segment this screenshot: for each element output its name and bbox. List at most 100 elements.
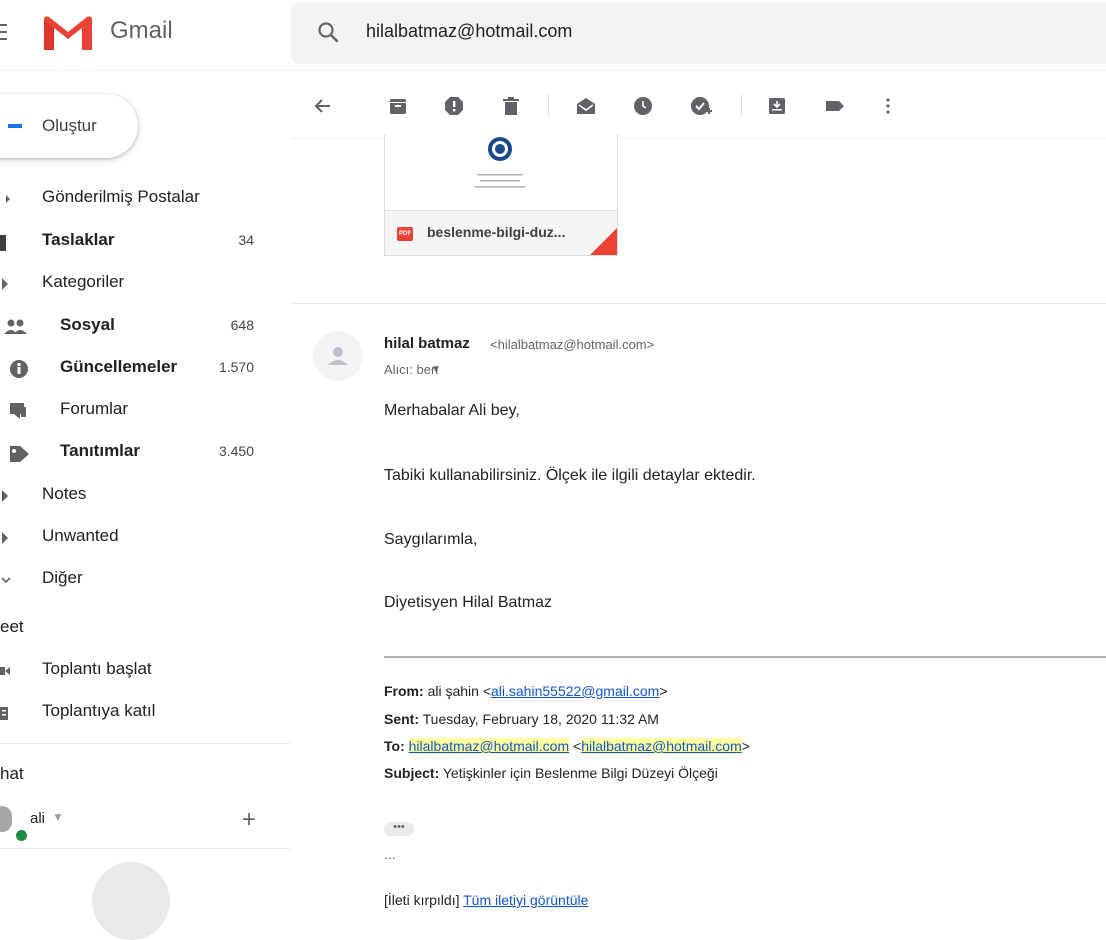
- back-arrow-icon[interactable]: [313, 96, 333, 116]
- gmail-logo-icon[interactable]: [42, 14, 94, 57]
- clipped-notice: [İleti kırpıldı] Tüm iletiyi görüntüle: [384, 892, 588, 908]
- sidebar-item-label: Diğer: [42, 568, 83, 587]
- sidebar-item-label: Taslaklar: [42, 230, 115, 249]
- attachment-card[interactable]: PDF beslenme-bilgi-duz...: [384, 134, 618, 256]
- tag-icon: [0, 443, 30, 463]
- chevron-right-icon: [0, 189, 30, 209]
- toolbar-separator: [548, 94, 549, 116]
- quoted-from: From: ali şahin <ali.sahin55522@gmail.co…: [384, 683, 668, 699]
- from-email-link[interactable]: ali.sahin55522@gmail.com: [491, 683, 659, 699]
- from-end: >: [659, 683, 668, 699]
- attachment-filename: beslenme-bilgi-duz...: [427, 224, 566, 240]
- forum-icon: [0, 401, 30, 421]
- expand-arrow-icon: [0, 274, 30, 294]
- sidebar-item-categories[interactable]: Kategoriler: [0, 263, 290, 303]
- to-email-link[interactable]: hilalbatmaz@hotmail.com: [408, 738, 570, 754]
- sender-name: hilal batmaz: [384, 335, 470, 352]
- sender-avatar[interactable]: [313, 331, 363, 381]
- add-task-icon[interactable]: [690, 96, 712, 116]
- message-toolbar: [291, 70, 1106, 139]
- meet-join-label: Toplantıya katıl: [42, 701, 156, 720]
- meet-start-label: Toplantı başlat: [42, 659, 152, 678]
- sidebar-item-label: Gönderilmiş Postalar: [42, 187, 200, 206]
- new-chat-plus-icon[interactable]: +: [242, 806, 256, 834]
- document-thumbnail-icon: [475, 137, 525, 188]
- info-icon: [0, 359, 30, 379]
- compose-label: Oluştur: [42, 116, 97, 135]
- sidebar-item-unwanted[interactable]: Unwanted: [0, 517, 290, 557]
- search-icon[interactable]: [316, 20, 340, 49]
- sidebar-separator: [0, 848, 290, 849]
- sidebar-item-label: Sosyal: [60, 315, 115, 334]
- app-name: Gmail: [110, 17, 173, 44]
- from-name: ali şahin <: [427, 683, 491, 699]
- body-line: Saygılarımla,: [384, 531, 478, 548]
- body-line: Merhabalar Ali bey,: [384, 402, 520, 419]
- video-camera-icon: [0, 661, 30, 681]
- quoted-subject: Subject: Yetişkinler için Beslenme Bilgi…: [384, 765, 718, 781]
- online-status-icon: [14, 828, 29, 843]
- chevron-down-icon: [0, 570, 30, 590]
- sidebar-item-label: Notes: [42, 484, 87, 503]
- sidebar-item-count: 648: [230, 317, 254, 333]
- chevron-down-icon[interactable]: ▼: [52, 810, 64, 824]
- sidebar-item-label: Kategoriler: [42, 272, 125, 291]
- sender-email: <hilalbatmaz@hotmail.com>: [490, 337, 655, 352]
- sidebar-item-promotions[interactable]: Tanıtımlar 3.450: [0, 432, 290, 472]
- meet-join-item[interactable]: Toplantıya katıl: [0, 692, 290, 732]
- main-menu-icon[interactable]: [0, 24, 12, 42]
- sidebar-item-notes[interactable]: Notes: [0, 475, 290, 515]
- keyboard-icon: [0, 703, 30, 723]
- sidebar-item-label: Unwanted: [42, 526, 119, 545]
- sidebar-item-updates[interactable]: Güncellemeler 1.570: [0, 348, 290, 388]
- subject-value: Yetişkinler için Beslenme Bilgi Düzeyi Ö…: [442, 765, 718, 781]
- draft-icon: [0, 232, 30, 252]
- avatar: [0, 806, 12, 832]
- view-entire-message-link[interactable]: Tüm iletiyi görüntüle: [463, 892, 588, 908]
- quoted-to: To: hilalbatmaz@hotmail.com <hilalbatmaz…: [384, 738, 750, 754]
- to-label: To:: [384, 738, 405, 754]
- sidebar-item-count: 34: [238, 232, 254, 248]
- from-label: From:: [384, 683, 424, 699]
- sidebar-item-forums[interactable]: Forumlar: [0, 390, 290, 430]
- snooze-icon[interactable]: [633, 96, 653, 116]
- clipped-prefix: [İleti kırpıldı]: [384, 892, 460, 908]
- sidebar-item-sent[interactable]: Gönderilmiş Postalar: [0, 178, 290, 218]
- search-input[interactable]: [366, 21, 966, 42]
- top-bar: Gmail: [0, 0, 1106, 71]
- meet-start-item[interactable]: Toplantı başlat: [0, 650, 290, 690]
- sidebar-item-count: 1.570: [218, 359, 254, 375]
- quoted-sent: Sent: Tuesday, February 18, 2020 11:32 A…: [384, 711, 659, 727]
- sent-value: Tuesday, February 18, 2020 11:32 AM: [422, 711, 659, 727]
- ellipsis-text: ...: [384, 846, 396, 862]
- sidebar-item-label: Güncellemeler: [60, 357, 178, 376]
- message-separator: [291, 303, 1106, 304]
- sidebar-separator: [0, 743, 290, 744]
- sidebar-item-drafts[interactable]: Taslaklar 34: [0, 221, 290, 261]
- sidebar-item-social[interactable]: Sosyal 648: [0, 306, 290, 346]
- labels-icon[interactable]: [824, 96, 844, 116]
- more-options-icon[interactable]: [883, 96, 903, 116]
- toolbar-separator: [741, 94, 742, 116]
- sidebar-item-count: 3.450: [218, 443, 254, 459]
- chat-user-name: ali: [30, 810, 46, 827]
- subject-label: Subject:: [384, 765, 440, 781]
- show-trimmed-content-button[interactable]: •••: [384, 822, 414, 836]
- sidebar-item-other[interactable]: Diğer: [0, 559, 290, 599]
- delete-icon[interactable]: [501, 96, 521, 116]
- move-to-icon[interactable]: [767, 96, 787, 116]
- report-spam-icon[interactable]: [444, 96, 464, 116]
- body-line: Tabiki kullanabilirsiniz. Ölçek ile ilgi…: [384, 467, 756, 484]
- mark-unread-icon[interactable]: [575, 96, 595, 116]
- pdf-corner-icon: [589, 228, 617, 255]
- sent-label: Sent:: [384, 711, 419, 727]
- label-icon: [0, 528, 30, 548]
- to-email-link[interactable]: hilalbatmaz@hotmail.com: [581, 738, 742, 754]
- sidebar-item-label: Tanıtımlar: [60, 441, 140, 460]
- recipient-details-icon[interactable]: ▼: [431, 364, 441, 375]
- people-icon: [0, 317, 30, 337]
- archive-icon[interactable]: [388, 96, 408, 116]
- chat-section-title: hat: [0, 764, 24, 783]
- person-icon: [328, 347, 348, 365]
- pdf-file-icon: PDF: [397, 227, 413, 241]
